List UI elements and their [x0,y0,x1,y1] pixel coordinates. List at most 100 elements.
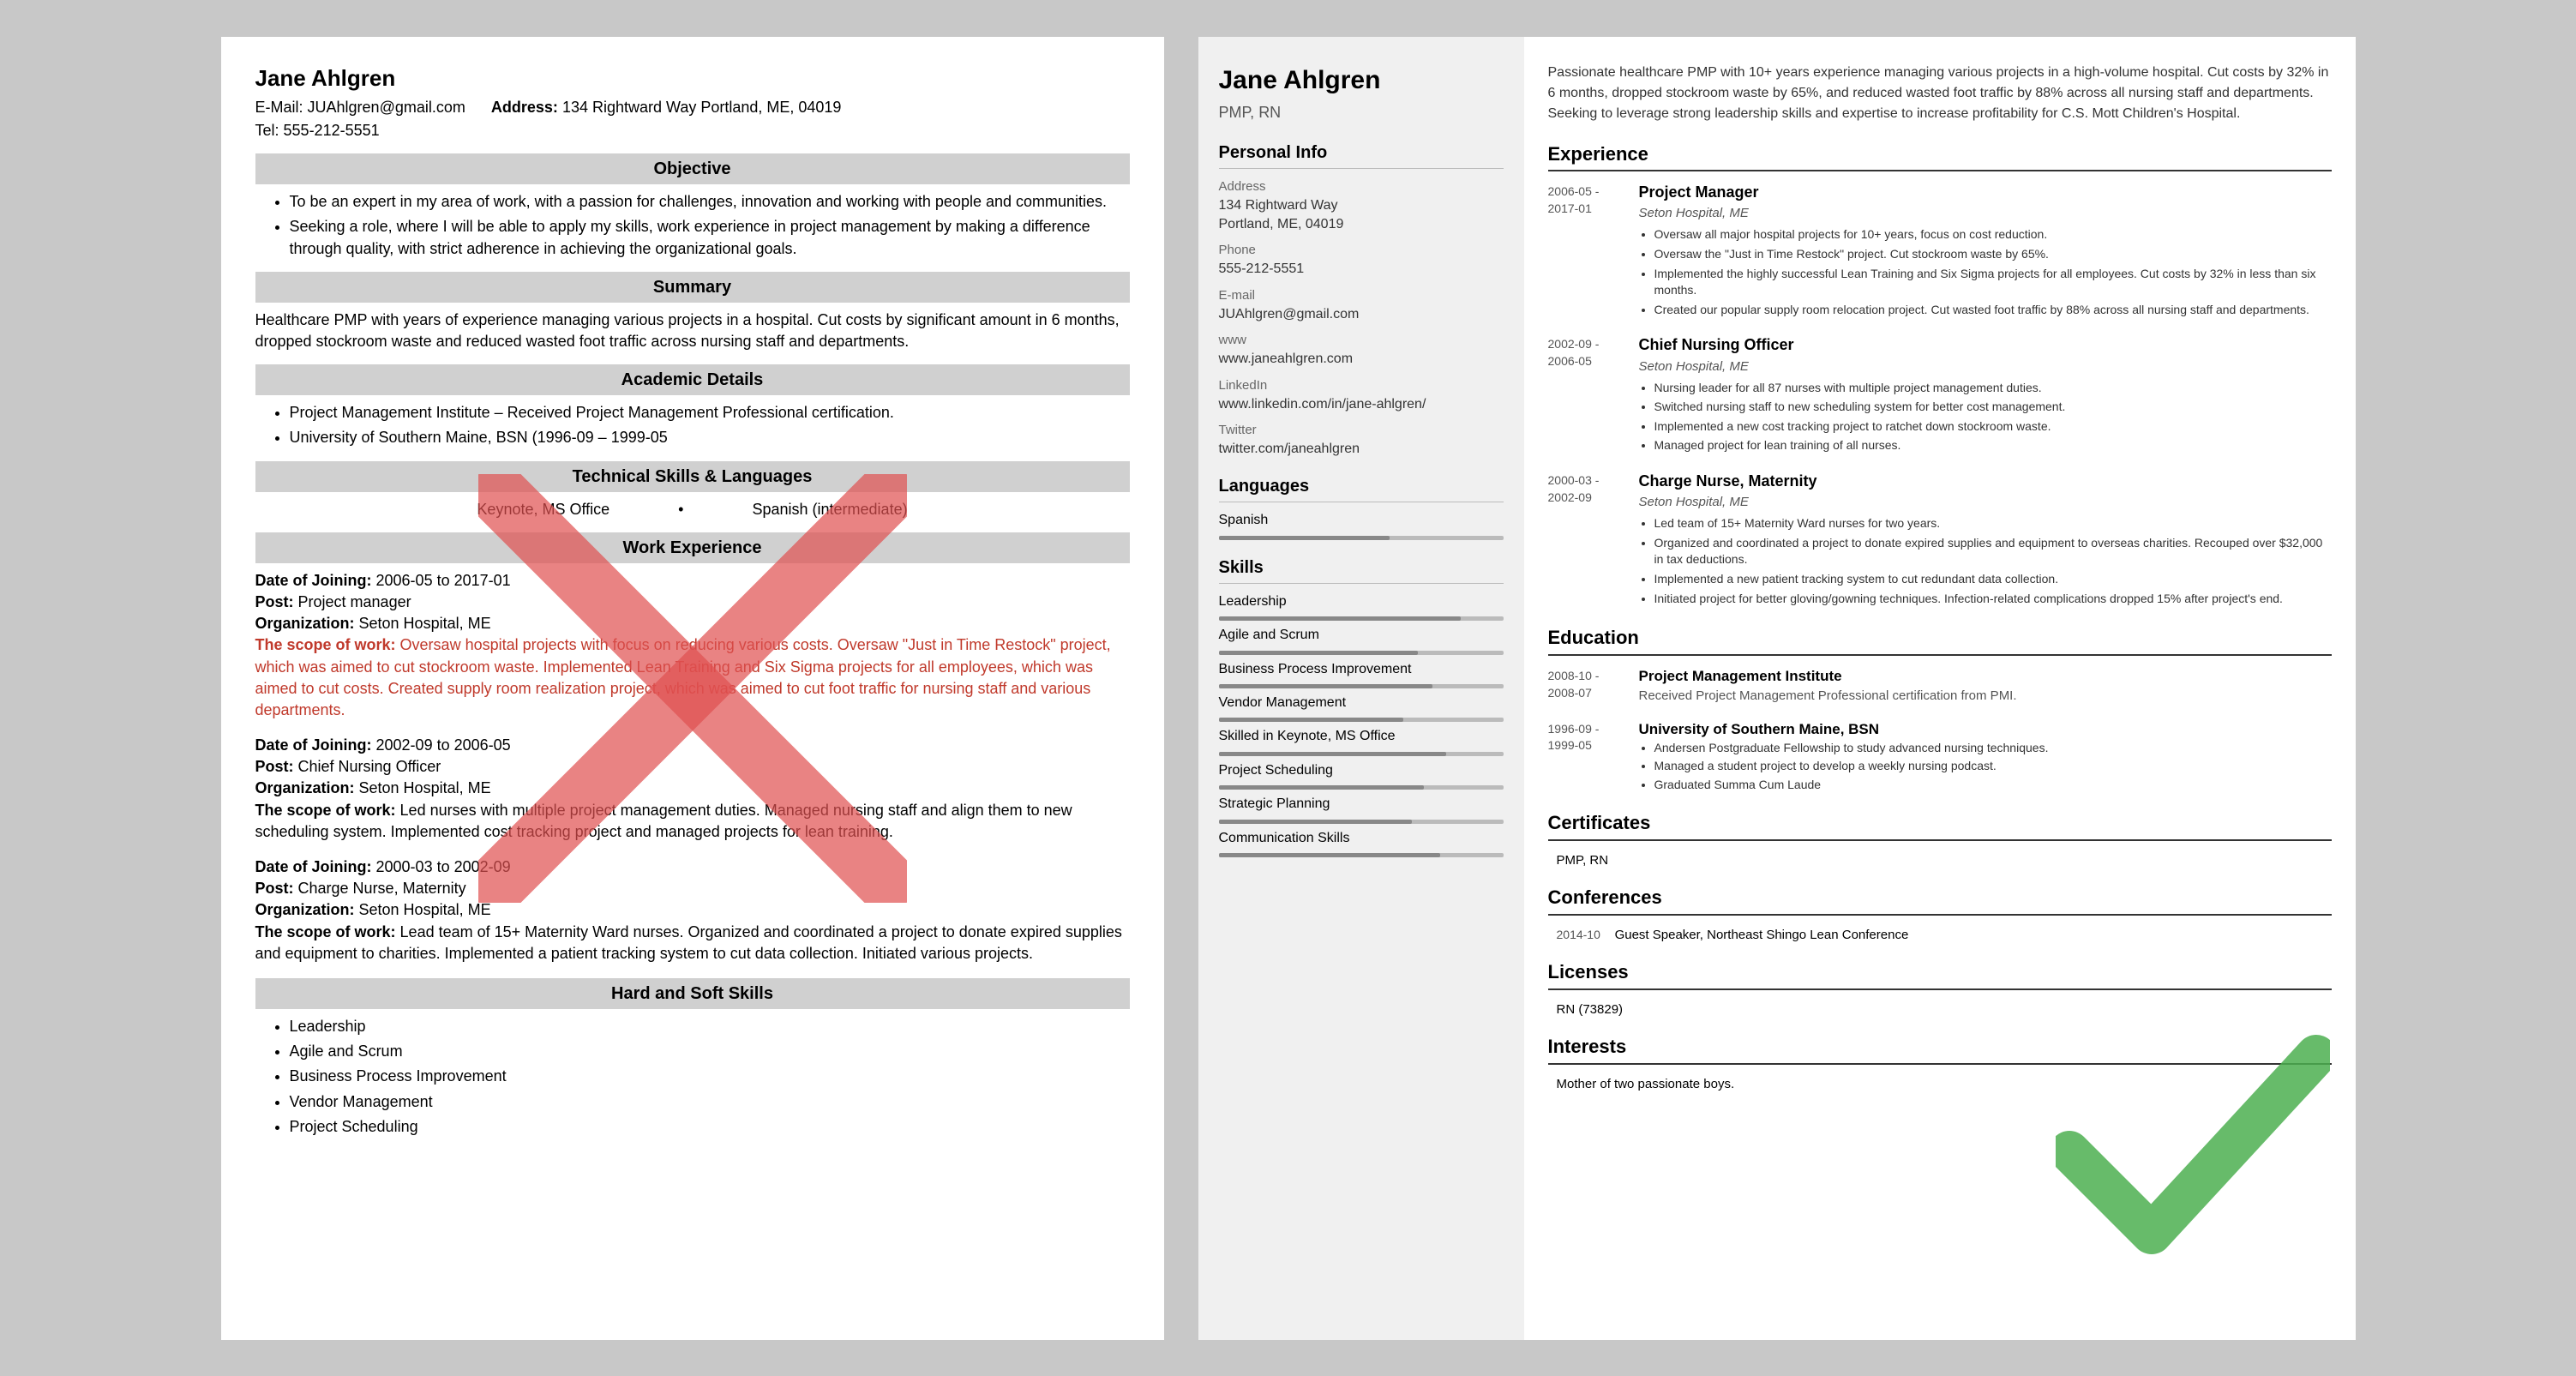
exp-bullets-3: Led team of 15+ Maternity Ward nurses fo… [1654,515,2332,607]
left-skills-header: Hard and Soft Skills [255,978,1130,1009]
edu-body-2: University of Southern Maine, BSN Anders… [1639,719,2049,796]
list-item: To be an expert in my area of work, with… [290,191,1130,213]
skill-keynote: Skilled in Keynote, MS Office [1219,727,1504,746]
conf-entry-1: 2014-10 Guest Speaker, Northeast Shingo … [1548,926,2332,944]
list-item: Switched nursing staff to new scheduling… [1654,399,2332,416]
work-entry-2: Date of Joining: 2002-09 to 2006-05 Post… [255,735,1130,843]
list-item: Oversaw the "Just in Time Restock" proje… [1654,246,2332,263]
right-title: PMP, RN [1219,102,1504,123]
company-1: Seton Hospital, ME [1639,204,2332,222]
skill-bar-leadership [1219,616,1504,621]
conf-date-1: 2014-10 [1557,928,1600,941]
conf-text-1: Guest Speaker, Northeast Shingo Lean Con… [1615,928,1909,942]
left-tel-label: Tel: [255,122,279,139]
left-summary-text: Healthcare PMP with years of experience … [255,309,1130,352]
left-name: Jane Ahlgren [255,63,1130,93]
left-tel-line: Tel: 555-212-5551 [255,120,1130,141]
lang-spanish: Spanish [1219,511,1504,530]
sidebar-address: 134 Rightward WayPortland, ME, 04019 [1219,196,1504,235]
list-item: Initiated project for better gloving/gow… [1654,591,2332,608]
lang-bar-spanish [1219,536,1504,540]
edu-inst-1: Project Management Institute [1639,666,2017,687]
edu-degree-1: Received Project Management Professional… [1639,687,2017,705]
right-sidebar: Jane Ahlgren PMP, RN Personal Info Addre… [1198,37,1524,1340]
work-org-3: Organization: Seton Hospital, ME [255,899,1130,921]
skill-bpi: Business Process Improvement [1219,660,1504,679]
skill-communication: Communication Skills [1219,829,1504,848]
right-summary: Passionate healthcare PMP with 10+ years… [1548,63,2332,124]
edu-entry-1: 2008-10 -2008-07 Project Management Inst… [1548,666,2332,707]
list-item: Leadership [290,1016,1130,1037]
left-email: JUAhlgren@gmail.com [308,99,465,116]
list-item: Created our popular supply room relocati… [1654,302,2332,319]
interests-section-title: Interests [1548,1034,2332,1065]
languages-title: Languages [1219,474,1504,502]
bullet-sep: • [678,499,683,520]
edu-entry-2: 1996-09 -1999-05 University of Southern … [1548,719,2332,796]
list-item: Andersen Postgraduate Fellowship to stud… [1654,740,2049,757]
skill-bar-vendor [1219,718,1504,722]
skill-bar-keynote [1219,752,1504,756]
licenses-section-title: Licenses [1548,959,2332,990]
skills-title: Skills [1219,556,1504,584]
left-objective-list: To be an expert in my area of work, with… [290,191,1130,260]
work-scope-2: The scope of work: Led nurses with multi… [255,800,1130,843]
skill-bar-ps [1219,785,1504,790]
skill-agile: Agile and Scrum [1219,626,1504,645]
left-academic-header: Academic Details [255,364,1130,395]
exp-date-2: 2002-09 -2006-05 [1548,334,1625,457]
left-skills-row: Keynote, MS Office • Spanish (intermedia… [255,499,1130,520]
exp-date-1: 2006-05 -2017-01 [1548,182,1625,321]
company-2: Seton Hospital, ME [1639,358,2332,376]
address-label: Address [1219,177,1504,195]
education-section-title: Education [1548,625,2332,656]
list-item: University of Southern Maine, BSN (1996-… [290,427,1130,448]
work-date-1: Date of Joining: 2006-05 to 2017-01 [255,570,1130,592]
list-item: Implemented a new patient tracking syste… [1654,571,2332,588]
right-name: Jane Ahlgren [1219,63,1504,99]
work-org-1: Organization: Seton Hospital, ME [255,613,1130,634]
left-skill2: Spanish (intermediate) [752,499,907,520]
edu-date-2: 1996-09 -1999-05 [1548,719,1625,796]
exp-bullets-2: Nursing leader for all 87 nurses with mu… [1654,380,2332,454]
phone-label: Phone [1219,241,1504,259]
job-title-1: Project Manager [1639,182,2332,203]
list-item: Oversaw all major hospital projects for … [1654,226,2332,243]
work-scope-3: The scope of work: Lead team of 15+ Mate… [255,922,1130,964]
right-main-content: Passionate healthcare PMP with 10+ years… [1524,37,2356,1340]
left-academic-list: Project Management Institute – Received … [290,402,1130,448]
lic-entry-1: RN (73829) [1548,1000,2332,1018]
list-item: Implemented the highly successful Lean T… [1654,266,2332,299]
left-summary-header: Summary [255,272,1130,303]
conferences-section-title: Conferences [1548,885,2332,916]
skill-bar-bpi [1219,684,1504,688]
list-item: Implemented a new cost tracking project … [1654,418,2332,436]
left-email-label: E-Mail: [255,99,303,116]
work-post-3: Post: Charge Nurse, Maternity [255,878,1130,899]
work-date-3: Date of Joining: 2000-03 to 2002-09 [255,856,1130,878]
left-work-header: Work Experience [255,532,1130,563]
certificates-section-title: Certificates [1548,810,2332,841]
right-resume: Jane Ahlgren PMP, RN Personal Info Addre… [1198,37,2356,1340]
skill-bar-agile [1219,651,1504,655]
left-skill1: Keynote, MS Office [477,499,609,520]
www-label: www [1219,331,1504,349]
cert-entry-1: PMP, RN [1548,851,2332,869]
list-item: Project Management Institute – Received … [290,402,1130,424]
list-item: Business Process Improvement [290,1066,1130,1087]
skill-vendor: Vendor Management [1219,694,1504,712]
sidebar-www: www.janeahlgren.com [1219,350,1504,369]
int-entry-1: Mother of two passionate boys. [1548,1075,2332,1093]
lang-bar-fill-spanish [1219,536,1390,540]
sidebar-linkedin: www.linkedin.com/in/jane-ahlgren/ [1219,395,1504,414]
left-resume: Jane Ahlgren E-Mail: JUAhlgren@gmail.com… [221,37,1164,1340]
work-scope-1: The scope of work: Oversaw hospital proj… [255,634,1130,721]
left-technical-header: Technical Skills & Languages [255,461,1130,492]
twitter-label: Twitter [1219,421,1504,439]
exp-entry-2: 2002-09 -2006-05 Chief Nursing Officer S… [1548,334,2332,457]
list-item: Graduated Summa Cum Laude [1654,777,2049,794]
work-org-2: Organization: Seton Hospital, ME [255,778,1130,799]
exp-bullets-1: Oversaw all major hospital projects for … [1654,226,2332,318]
left-tel: 555-212-5551 [284,122,380,139]
skill-bar-strategic [1219,820,1504,824]
